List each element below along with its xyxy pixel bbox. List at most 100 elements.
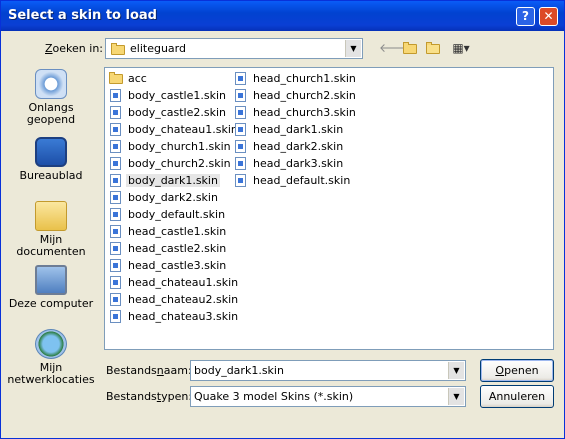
file-icon: [110, 259, 121, 272]
file-name: body_castle2.skin: [128, 106, 226, 119]
recent-documents-icon: [35, 69, 67, 99]
network-places-icon: [35, 329, 67, 359]
file-name: body_church1.skin: [128, 140, 231, 153]
file-item[interactable]: body_church1.skin: [107, 138, 240, 155]
place-network[interactable]: Mijn netwerklocaties: [5, 329, 97, 386]
file-item[interactable]: head_church3.skin: [232, 104, 358, 121]
file-icon: [235, 106, 246, 119]
folder-icon: [111, 43, 125, 55]
new-folder-icon[interactable]: [424, 39, 442, 57]
file-name: head_church1.skin: [253, 72, 356, 85]
chevron-down-icon[interactable]: ▼: [345, 40, 361, 57]
filetype-select[interactable]: Quake 3 model Skins (*.skin) ▼: [190, 386, 466, 407]
place-label: Onlangs geopend: [26, 101, 76, 126]
chevron-down-icon[interactable]: ▼: [448, 362, 464, 379]
file-column-1: acc body_castle1.skin body_castle2.skinbod…: [107, 70, 240, 325]
file-item[interactable]: head_chateau3.skin: [107, 308, 240, 325]
file-name: head_default.skin: [253, 174, 351, 187]
place-recent[interactable]: Onlangs geopend: [5, 69, 97, 126]
my-documents-icon: [35, 201, 67, 231]
file-name: head_dark2.skin: [253, 140, 344, 153]
file-name: head_chateau2.skin: [128, 293, 239, 306]
file-column-2: head_church1.skin head_church2.skin head_c…: [232, 70, 358, 189]
views-menu-icon[interactable]: ▦▾: [448, 39, 474, 57]
file-name: head_dark1.skin: [253, 123, 344, 136]
file-item[interactable]: head_church2.skin: [232, 87, 358, 104]
place-label: Mijn netwerklocaties: [7, 361, 95, 386]
file-name: body_castle1.skin: [128, 89, 226, 102]
file-item[interactable]: head_default.skin: [232, 172, 358, 189]
file-item[interactable]: body_castle2.skin: [107, 104, 240, 121]
file-icon: [235, 72, 246, 85]
file-icon: [110, 208, 121, 221]
file-item[interactable]: body_default.skin: [107, 206, 240, 223]
chevron-down-icon[interactable]: ▼: [448, 388, 464, 405]
file-name: head_church2.skin: [253, 89, 356, 102]
file-icon: [110, 293, 121, 306]
file-name: body_chateau1.skin: [128, 123, 238, 136]
lookin-label: Zoeken in:: [45, 42, 103, 55]
dialog-window: Select a skin to load ? ✕ Zoeken in: eli…: [0, 0, 565, 439]
desktop-icon: [35, 137, 67, 167]
place-desktop[interactable]: Bureaublad: [5, 137, 97, 182]
file-list[interactable]: acc body_castle1.skin body_castle2.skinbod…: [104, 67, 554, 350]
file-icon: [110, 157, 121, 170]
file-icon: [110, 123, 121, 136]
cancel-button[interactable]: Annuleren: [480, 385, 554, 408]
file-item[interactable]: head_castle3.skin: [107, 257, 240, 274]
filetype-label: Bestandstypen:: [106, 390, 193, 403]
file-item[interactable]: body_chateau1.skin: [107, 121, 240, 138]
title-bar[interactable]: Select a skin to load ? ✕: [1, 1, 564, 31]
place-label: Mijn documenten: [16, 233, 86, 258]
folder-item[interactable]: acc: [107, 70, 240, 87]
help-button[interactable]: ?: [516, 7, 535, 26]
my-computer-icon: [35, 265, 67, 295]
file-item[interactable]: head_dark3.skin: [232, 155, 358, 172]
back-arrow-icon[interactable]: 🡐: [379, 39, 411, 57]
file-icon: [110, 242, 121, 255]
file-icon: [110, 140, 121, 153]
file-icon: [235, 157, 246, 170]
file-icon: [110, 106, 121, 119]
file-item[interactable]: body_church2.skin: [107, 155, 240, 172]
file-name: head_castle1.skin: [128, 225, 227, 238]
file-item[interactable]: head_chateau1.skin: [107, 274, 240, 291]
file-icon: [235, 174, 246, 187]
file-item[interactable]: head_dark2.skin: [232, 138, 358, 155]
place-documents[interactable]: Mijn documenten: [5, 201, 97, 258]
file-item[interactable]: body_castle1.skin: [107, 87, 240, 104]
file-item[interactable]: head_castle2.skin: [107, 240, 240, 257]
file-item[interactable]: body_dark1.skin: [107, 172, 240, 189]
place-computer[interactable]: Deze computer: [5, 265, 97, 310]
file-icon: [110, 191, 121, 204]
file-name: head_chateau1.skin: [128, 276, 239, 289]
file-name: head_chateau3.skin: [128, 310, 239, 323]
file-item[interactable]: body_dark2.skin: [107, 189, 240, 206]
file-item[interactable]: head_chateau2.skin: [107, 291, 240, 308]
lookin-value: eliteguard: [130, 42, 186, 55]
file-name: head_castle3.skin: [128, 259, 227, 272]
filetype-value: Quake 3 model Skins (*.skin): [194, 390, 354, 403]
file-name: body_default.skin: [128, 208, 226, 221]
open-button[interactable]: Openen: [480, 359, 554, 382]
close-button[interactable]: ✕: [539, 7, 558, 26]
filename-value: body_dark1.skin: [194, 364, 284, 377]
file-icon: [235, 140, 246, 153]
file-name: body_dark2.skin: [128, 191, 218, 204]
file-icon: [110, 89, 121, 102]
filename-input[interactable]: body_dark1.skin ▼: [190, 360, 466, 381]
file-icon: [235, 123, 246, 136]
file-name: acc: [128, 72, 147, 85]
place-label: Bureaublad: [19, 169, 83, 182]
folder-icon: [109, 72, 123, 84]
file-item[interactable]: head_castle1.skin: [107, 223, 240, 240]
file-name: body_church2.skin: [128, 157, 231, 170]
file-icon: [110, 225, 121, 238]
file-item[interactable]: head_dark1.skin: [232, 121, 358, 138]
lookin-dropdown[interactable]: eliteguard ▼: [105, 38, 363, 59]
file-item[interactable]: head_church1.skin: [232, 70, 358, 87]
file-name: body_dark1.skin: [126, 174, 220, 187]
up-folder-icon[interactable]: [401, 39, 419, 57]
window-title: Select a skin to load: [8, 8, 157, 23]
file-name: head_church3.skin: [253, 106, 356, 119]
